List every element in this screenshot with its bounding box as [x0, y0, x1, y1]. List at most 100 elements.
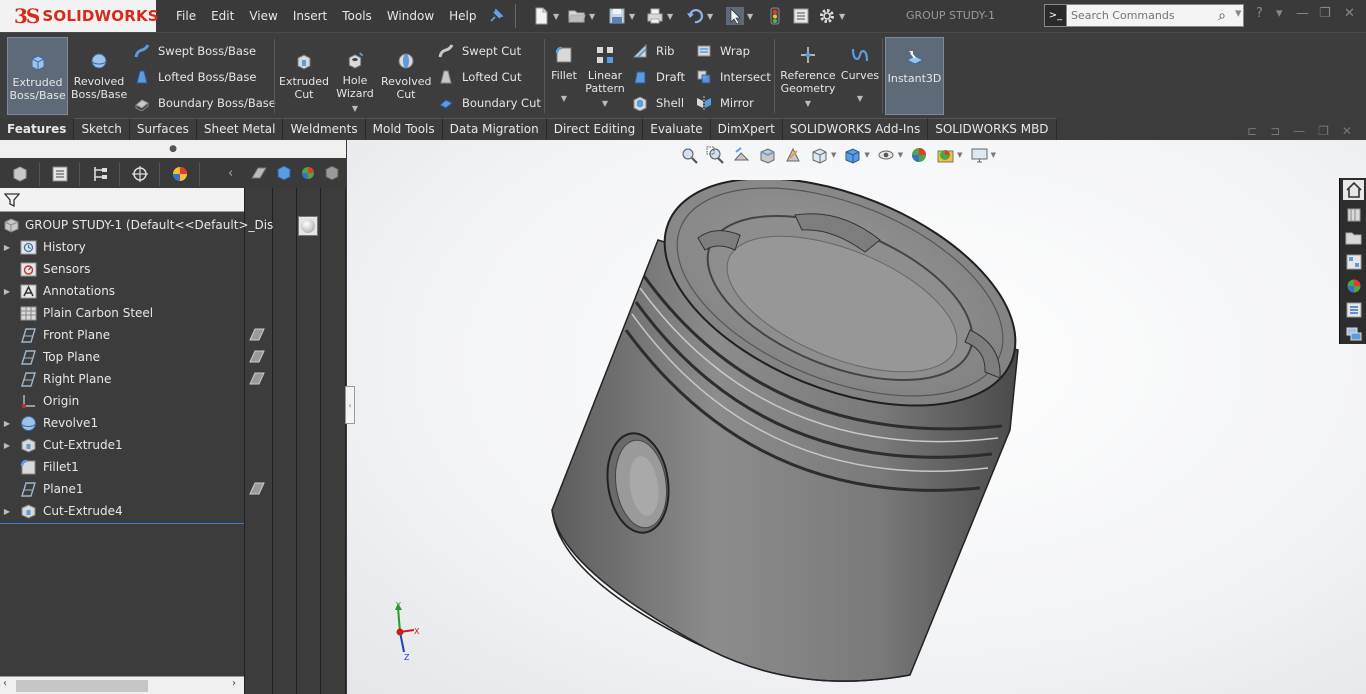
propertymanager-tab[interactable]	[40, 162, 80, 186]
select-button[interactable]: ▼	[726, 6, 753, 26]
expand-arrow-icon[interactable]: ▶	[0, 441, 14, 450]
tree-item-material[interactable]: Plain Carbon Steel	[0, 302, 244, 324]
tree-item-right-plane[interactable]: Right Plane	[0, 368, 244, 390]
instant3d-button[interactable]: Instant3D	[885, 37, 944, 115]
curves-button[interactable]: Curves ▼	[840, 37, 880, 115]
file-explorer-tab[interactable]	[1343, 228, 1364, 248]
tab-evaluate[interactable]: Evaluate	[643, 118, 711, 140]
plane-visibility-icon[interactable]	[248, 481, 266, 496]
revolved-boss-button[interactable]: Revolved Boss/Base	[70, 37, 128, 115]
hide-show-items-button[interactable]: ▼	[877, 146, 903, 165]
tree-item-annotations[interactable]: ▶ Annotations	[0, 280, 244, 302]
intersect-button[interactable]: Intersect	[696, 67, 771, 87]
draft-button[interactable]: Draft	[632, 67, 685, 87]
search-commands[interactable]: >_ ⌕	[1044, 4, 1244, 27]
minimize-icon[interactable]: —	[1296, 6, 1309, 21]
menu-help[interactable]: Help	[449, 9, 476, 23]
lofted-cut-button[interactable]: Lofted Cut	[438, 67, 521, 87]
scroll-right-icon[interactable]: ›	[232, 678, 236, 689]
panel-grip-handle[interactable]: ●	[0, 140, 346, 158]
menu-view[interactable]: View	[249, 9, 277, 23]
restore-icon[interactable]: ❐	[1319, 6, 1331, 21]
menu-file[interactable]: File	[176, 9, 196, 23]
zoom-to-area-button[interactable]	[706, 146, 725, 165]
hide-show-planes-icon[interactable]	[250, 164, 268, 185]
display-pane-appearance-swatch[interactable]	[298, 216, 318, 236]
search-input[interactable]	[1067, 9, 1207, 22]
rollback-bar[interactable]	[0, 523, 244, 524]
expand-arrow-icon[interactable]: ▶	[0, 419, 14, 428]
reference-geometry-button[interactable]: Reference Geometry ▼	[778, 37, 838, 115]
tree-item-fillet1[interactable]: Fillet1	[0, 456, 244, 478]
display-style-button[interactable]: ▼	[843, 146, 870, 165]
plane-visibility-icon[interactable]	[248, 327, 266, 342]
plane-visibility-icon[interactable]	[248, 371, 266, 386]
undo-button[interactable]: ▼	[686, 6, 713, 26]
tree-item-sensors[interactable]: Sensors	[0, 258, 244, 280]
previous-view-button[interactable]	[732, 146, 751, 165]
mirror-button[interactable]: Mirror	[696, 93, 754, 113]
forum-tab[interactable]	[1343, 324, 1364, 344]
new-document-button[interactable]: ▼	[532, 6, 559, 26]
view-orientation-button[interactable]: ▼	[810, 146, 836, 165]
expand-arrow-icon[interactable]: ▶	[0, 243, 14, 252]
dimxpertmanager-tab[interactable]	[120, 162, 160, 186]
swept-boss-button[interactable]: Swept Boss/Base	[134, 41, 256, 61]
edit-appearance-button[interactable]	[910, 146, 929, 165]
open-button[interactable]: ▼	[568, 6, 595, 26]
solidworks-logo[interactable]: 3S SOLIDWORKS	[0, 0, 159, 32]
solidworks-resources-tab[interactable]	[1343, 180, 1364, 200]
tree-item-cut-extrude1[interactable]: ▶ Cut-Extrude1	[0, 434, 244, 456]
zoom-to-fit-button[interactable]	[680, 146, 699, 165]
extruded-cut-button[interactable]: Extruded Cut	[278, 37, 330, 115]
tree-root-part[interactable]: GROUP STUDY-1 (Default<<Default>_Dis	[0, 214, 273, 236]
close-icon[interactable]: ✕	[1344, 6, 1355, 21]
scroll-left-icon[interactable]: ‹	[3, 678, 7, 689]
horizontal-scrollbar[interactable]: ‹ ›	[0, 676, 244, 694]
displaymanager-tab[interactable]	[160, 162, 200, 186]
boundary-cut-button[interactable]: Boundary Cut	[438, 93, 541, 113]
menu-insert[interactable]: Insert	[293, 9, 327, 23]
featuremanager-tab[interactable]	[0, 162, 40, 186]
tab-sketch[interactable]: Sketch	[74, 118, 130, 140]
tab-features[interactable]: Features	[0, 118, 75, 140]
revolved-cut-button[interactable]: Revolved Cut	[380, 37, 432, 115]
print-button[interactable]: ▼	[646, 6, 673, 26]
fillet-button[interactable]: Fillet ▼	[548, 37, 580, 115]
swept-cut-button[interactable]: Swept Cut	[438, 41, 521, 61]
piston-model[interactable]	[540, 180, 1030, 692]
collapse-left-icon[interactable]: ⊏	[1247, 124, 1257, 138]
lofted-boss-button[interactable]: Lofted Boss/Base	[134, 67, 256, 87]
custom-properties-tab[interactable]	[1343, 300, 1364, 320]
display-state-icon[interactable]	[275, 164, 293, 185]
menu-window[interactable]: Window	[387, 9, 434, 23]
wrap-button[interactable]: Wrap	[696, 41, 750, 61]
doc-restore-icon[interactable]: ❐	[1318, 124, 1329, 138]
dynamic-annotation-button[interactable]	[784, 146, 803, 165]
doc-minimize-icon[interactable]: —	[1293, 124, 1305, 138]
appearances-tab[interactable]	[1343, 276, 1364, 296]
scrollbar-thumb[interactable]	[16, 680, 148, 692]
collapse-right-icon[interactable]: ⊐	[1270, 124, 1280, 138]
tab-sheet-metal[interactable]: Sheet Metal	[196, 118, 284, 140]
boundary-boss-button[interactable]: Boundary Boss/Base	[134, 93, 276, 113]
search-icon[interactable]: ⌕	[1207, 8, 1237, 24]
tab-solidworks-mbd[interactable]: SOLIDWORKS MBD	[928, 118, 1057, 140]
save-button[interactable]: ▼	[608, 6, 635, 26]
extruded-boss-button[interactable]: Extruded Boss/Base	[7, 37, 68, 115]
help-icon[interactable]: ?	[1256, 6, 1263, 21]
transparency-icon[interactable]	[323, 164, 341, 185]
tab-dimxpert[interactable]: DimXpert	[710, 118, 783, 140]
tree-item-origin[interactable]: Origin	[0, 390, 244, 412]
tree-item-plane1[interactable]: Plane1	[0, 478, 244, 500]
filter-icon[interactable]	[4, 192, 20, 208]
rebuild-button[interactable]	[766, 6, 784, 26]
appearance-icon[interactable]	[299, 164, 317, 185]
shell-button[interactable]: Shell	[632, 93, 684, 113]
file-properties-button[interactable]	[792, 6, 810, 26]
rib-button[interactable]: Rib	[632, 41, 675, 61]
doc-close-icon[interactable]: ✕	[1342, 124, 1352, 138]
view-palette-tab[interactable]	[1343, 252, 1364, 272]
tab-surfaces[interactable]: Surfaces	[129, 118, 197, 140]
options-button[interactable]: ▼	[818, 6, 845, 26]
